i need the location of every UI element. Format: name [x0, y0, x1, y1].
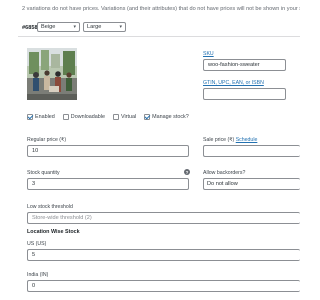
regular-price-label: Regular price (₹) [27, 137, 67, 143]
gtin-label-link[interactable]: GTIN, UPC, EAN, or ISBN [203, 80, 264, 86]
sku-label: SKU [203, 51, 214, 57]
sku-input[interactable]: woo-fashion-sweater [203, 59, 286, 71]
sale-price-label-text: Sale price (₹) [203, 137, 235, 143]
attribute-select-size[interactable]: Large ▾ [83, 22, 126, 32]
location-india-input[interactable]: 0 [27, 280, 300, 292]
sale-price-label: Sale price (₹) Schedule [203, 137, 257, 143]
gtin-label: GTIN, UPC, EAN, or ISBN [203, 80, 264, 86]
virtual-label: Virtual [120, 114, 137, 120]
sale-price-input[interactable] [203, 145, 300, 157]
variation-options: Enabled Downloadable Virtual Manage stoc… [27, 114, 197, 120]
downloadable-label: Downloadable [70, 114, 105, 120]
low-stock-placeholder: Store-wide threshold (2) [32, 215, 92, 221]
virtual-checkbox[interactable]: Virtual [112, 114, 137, 120]
low-stock-label: Low stock threshold [27, 204, 73, 210]
chevron-down-icon: ▾ [73, 24, 76, 30]
enabled-checkbox[interactable]: Enabled [27, 114, 55, 120]
location-india-label: India (IN) [27, 272, 49, 278]
checkbox-icon[interactable] [112, 114, 119, 120]
attribute-select-color[interactable]: Beige ▾ [37, 22, 80, 32]
question-icon[interactable]: ? [184, 169, 190, 175]
downloadable-checkbox[interactable]: Downloadable [62, 114, 105, 120]
enabled-label: Enabled [35, 114, 55, 120]
low-stock-input[interactable]: Store-wide threshold (2) [27, 212, 300, 224]
product-photo [27, 48, 77, 100]
divider [18, 36, 300, 37]
variation-id: #6858 [22, 25, 38, 31]
sku-label-link[interactable]: SKU [203, 51, 214, 57]
attribute-select-color-value: Beige [41, 24, 56, 30]
backorders-label: Allow backorders? [203, 170, 246, 176]
schedule-link[interactable]: Schedule [236, 137, 258, 143]
regular-price-input[interactable]: 10 [27, 145, 189, 157]
variation-image[interactable] [27, 48, 77, 100]
chevron-down-icon: ▾ [119, 24, 122, 30]
checkbox-icon[interactable] [62, 114, 69, 120]
price-notice: 2 variations do not have prices. Variati… [22, 6, 300, 12]
location-us-input[interactable]: 5 [27, 249, 300, 261]
stock-quantity-label: Stock quantity [27, 170, 60, 176]
checkbox-checked-icon[interactable] [144, 114, 151, 120]
location-stock-title: Location Wise Stock [27, 229, 80, 235]
gtin-input[interactable] [203, 88, 286, 100]
manage-stock-checkbox[interactable]: Manage stock? [144, 114, 189, 120]
manage-stock-label: Manage stock? [152, 114, 189, 120]
location-us-label: US (US) [27, 241, 47, 247]
stock-quantity-input[interactable]: 3 [27, 178, 189, 190]
attribute-select-size-value: Large [87, 24, 102, 30]
backorders-select-value: Do not allow [207, 181, 238, 187]
backorders-select[interactable]: Do not allow [203, 178, 300, 190]
checkbox-checked-icon[interactable] [27, 114, 33, 120]
